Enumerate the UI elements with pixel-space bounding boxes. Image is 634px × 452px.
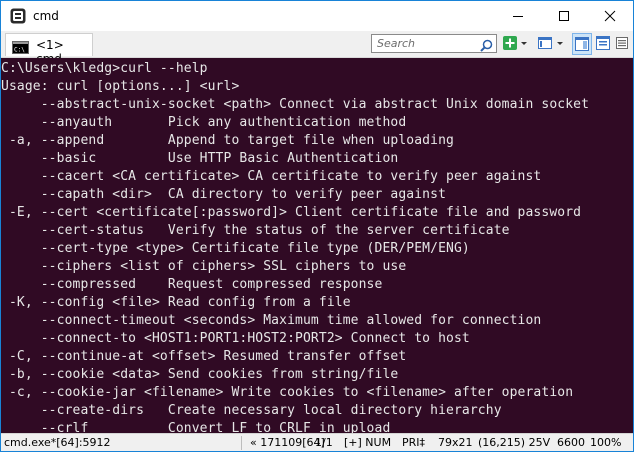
console-line: -a, --append Append to target file when … (1, 133, 454, 148)
status-divider (241, 436, 242, 450)
title-bar[interactable]: cmd (1, 1, 633, 31)
console-line: --abstract-unix-socket <path> Connect vi… (1, 97, 590, 112)
status-pid: 6600 (557, 436, 585, 449)
status-zoom: 100% (590, 436, 622, 449)
console-line: -K, --config <file> Read config from a f… (1, 295, 351, 310)
search-icon[interactable] (480, 37, 493, 52)
search-box[interactable] (371, 34, 497, 53)
list-icon (616, 37, 628, 49)
status-bar: cmd.exe*[64]:5912 « 171109[64] 1/1 [+] N… (1, 433, 633, 451)
search-input[interactable] (374, 36, 477, 51)
console-line: --ciphers <list of ciphers> SSL ciphers … (1, 259, 407, 274)
status-page: 1/1 (315, 436, 333, 449)
status-cursor: (16,215) 25V (478, 436, 551, 449)
console-line: --cert-status Verify the status of the s… (1, 223, 510, 238)
svg-text:C:\: C:\ (14, 47, 25, 54)
tab-cmd[interactable]: C:\ <1> cmd (5, 33, 93, 66)
console-line: --anyauth Pick any authentication method (1, 115, 407, 130)
console-line: --compressed Request compressed response (1, 277, 383, 292)
console-line: --basic Use HTTP Basic Authentication (1, 151, 399, 166)
console-line: --connect-timeout <seconds> Maximum time… (1, 313, 542, 328)
console-line: -E, --cert <certificate[:password]> Clie… (1, 205, 582, 220)
menu-icon (596, 36, 610, 50)
console-line: --connect-to <HOST1:PORT1:HOST2:PORT2> C… (1, 331, 470, 346)
panel-toggle-button[interactable] (572, 33, 592, 55)
console-line: --create-dirs Create necessary local dir… (1, 403, 502, 418)
console-line: Usage: curl [options...] <url> (1, 79, 240, 94)
terminal-icon: C:\ (12, 39, 29, 54)
maximize-button[interactable] (541, 1, 587, 31)
console-line: --capath <dir> CA directory to verify pe… (1, 187, 447, 202)
status-process[interactable]: cmd.exe*[64]:5912 (4, 436, 111, 450)
tab-toolbar: C:\ <1> cmd (1, 31, 633, 66)
status-position: « 171109[64] (250, 436, 325, 449)
console-app-icon[interactable] (10, 8, 26, 24)
maximize-icon (559, 11, 569, 21)
new-console-dropdown[interactable] (519, 35, 529, 53)
panel-icon (575, 37, 589, 51)
window-title: cmd (33, 9, 59, 23)
window-icon (538, 37, 552, 49)
status-size: 79x21 (438, 436, 473, 449)
console-line: --cacert <CA certificate> CA certificate… (1, 169, 542, 184)
minimize-icon (513, 16, 523, 17)
chevron-down-icon (557, 42, 563, 45)
close-icon (604, 10, 616, 22)
console-lines: C:\Users\kledg>curl --help Usage: curl [o… (1, 60, 589, 433)
close-button[interactable] (587, 1, 633, 31)
console-line: --cert-type <type> Certificate file type… (1, 241, 470, 256)
plus-icon (503, 36, 517, 50)
console-line: C:\Users\kledg>curl --help (1, 61, 208, 76)
status-modifiers: [+] NUM (344, 436, 392, 449)
console-line: -C, --continue-at <offset> Resumed trans… (1, 349, 407, 364)
overflow-button[interactable] (615, 35, 629, 53)
status-priority: PRI‡ (402, 436, 426, 449)
console-output[interactable]: C:\Users\kledg>curl --help Usage: curl [o… (1, 58, 633, 433)
chevron-down-icon (521, 42, 527, 45)
console-line: --crlf Convert LF to CRLF in upload (1, 421, 391, 433)
split-view-button[interactable] (537, 35, 553, 53)
minimize-button[interactable] (495, 1, 541, 31)
conemu-window: cmd C:\ <1> Search C:\Users\kledg>curl -… (0, 0, 634, 452)
settings-button[interactable] (595, 35, 611, 53)
console-line: -c, --cookie-jar <filename> Write cookie… (1, 385, 574, 400)
console-line: -b, --cookie <data> Send cookies from st… (1, 367, 399, 382)
new-console-button[interactable] (502, 35, 518, 53)
split-view-dropdown[interactable] (555, 35, 565, 53)
